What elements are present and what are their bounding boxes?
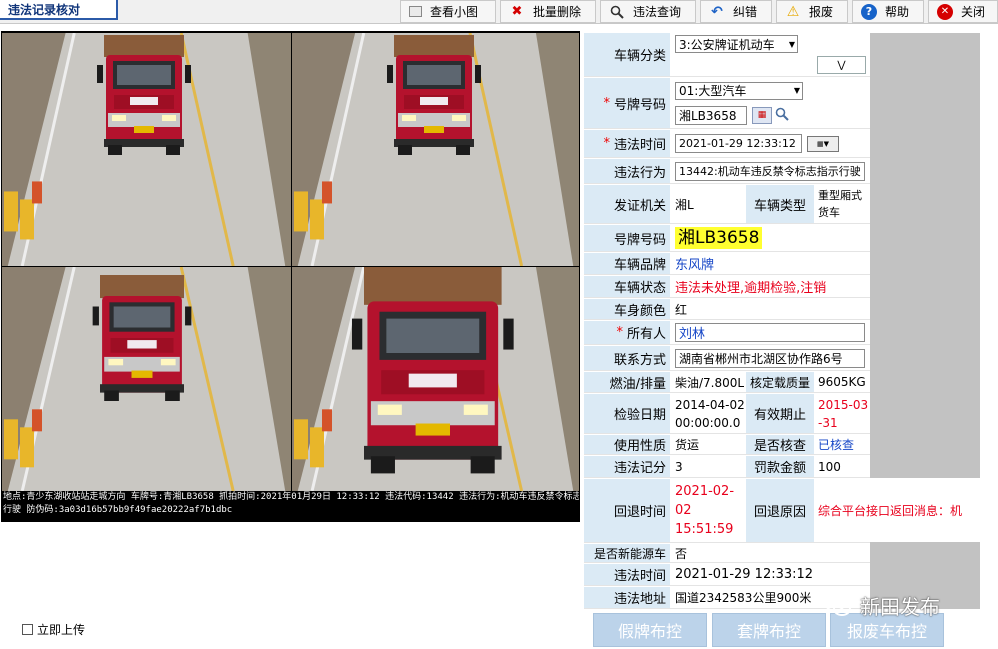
picture-icon: [409, 6, 422, 17]
issuing-authority-value: 湘L: [671, 185, 746, 223]
required-mark: *: [603, 95, 610, 111]
violation-time-row: * 违法时间 2021-01-29 12:33:12 ▦▼: [584, 130, 870, 158]
fake-plate-control-button[interactable]: 假牌布控: [593, 613, 707, 647]
rated-mass-value: 9605KG: [814, 372, 870, 392]
double-chevron-down-icon: ⋁: [837, 59, 846, 71]
usage-value: 货运: [671, 435, 746, 454]
close-icon: ✕: [937, 3, 953, 20]
brand-value: 东风牌: [671, 253, 870, 274]
watermark: 新田发布: [824, 591, 940, 620]
color-row: 车身颜色 红: [584, 299, 870, 320]
warning-icon: ⚠: [786, 3, 800, 20]
delete-icon: ✖: [511, 4, 523, 19]
fuel-value: 柴油/7.800L: [671, 372, 746, 392]
new-energy-value: 否: [671, 544, 870, 562]
owner-row: * 所有人 刘林: [584, 321, 870, 345]
valid-until-value: 2015-03-31: [814, 394, 870, 433]
capture-photo-2[interactable]: [292, 33, 579, 266]
owner-input[interactable]: 刘林: [675, 323, 865, 342]
plate-number-value: 湘LB3658: [675, 227, 763, 249]
contact-input[interactable]: 湖南省郴州市北湖区协作路6号: [675, 348, 865, 368]
upload-now-checkbox[interactable]: 立即上传: [22, 621, 85, 638]
search-icon[interactable]: [775, 107, 789, 124]
brand-row: 车辆品牌 东风牌: [584, 253, 870, 275]
points-row: 违法记分 3 罚款金额 100: [584, 456, 870, 478]
image-caption: 地点:青少东湖收站站走城方向 车牌号:青湘LB3658 抓拍时间:2021年01…: [3, 492, 579, 515]
fuel-row: 燃油/排量 柴油/7.800L 核定载质量 9605KG: [584, 372, 870, 393]
fine-value: 100: [814, 456, 870, 477]
undo-icon: ↶: [711, 3, 723, 20]
view-thumbnail-button[interactable]: 查看小图: [400, 0, 496, 23]
status-row: 车辆状态 违法未处理,逾期检验,注销: [584, 276, 870, 298]
required-mark: *: [603, 136, 610, 151]
violation-time-value: 2021-01-29 12:33:12: [671, 564, 870, 585]
help-icon: ?: [861, 3, 877, 20]
expand-button[interactable]: ⋁: [817, 56, 866, 74]
plate-number-input[interactable]: 湘LB3658: [675, 105, 747, 125]
plate-type-row: * 号牌号码 01:大型汽车 ▼ 湘LB3658 ▦: [584, 78, 870, 129]
capture-photo-3[interactable]: [2, 267, 291, 491]
correct-button[interactable]: ↶ 纠错: [700, 0, 772, 23]
violation-query-button[interactable]: 违法查询: [600, 0, 696, 23]
vehicle-type-value: 重型厢式货车: [814, 185, 870, 223]
violation-time-display-row: 违法时间 2021-01-29 12:33:12: [584, 564, 870, 586]
capture-photo-1[interactable]: [2, 33, 291, 266]
verified-value: 已核查: [814, 435, 870, 454]
return-time-value: 2021-02-02 15:51:59: [671, 479, 746, 542]
plate-picker-icon[interactable]: ▦: [752, 106, 772, 124]
scrap-button[interactable]: ⚠ 报废: [776, 0, 848, 23]
chevron-down-icon: ▼: [788, 39, 795, 49]
authority-row: 发证机关 湘L 车辆类型 重型厢式货车: [584, 185, 870, 224]
chevron-down-icon: ▼: [793, 86, 800, 95]
search-icon: [609, 4, 625, 20]
required-mark: *: [616, 325, 623, 340]
toolbar: 违法记录核对 查看小图 ✖ 批量删除 违法查询 ↶ 纠错 ⚠ 报废 ? 帮助 ✕…: [0, 0, 998, 24]
contact-row: 联系方式 湖南省郴州市北湖区协作路6号: [584, 346, 870, 371]
vehicle-category-select[interactable]: 3:公安牌证机动车 ▼: [675, 35, 798, 53]
violation-time-input[interactable]: 2021-01-29 12:33:12: [675, 134, 802, 153]
plate-type-label: 号牌号码: [613, 97, 666, 113]
vehicle-category-row: 车辆分类 3:公安牌证机动车 ▼ ⋁: [584, 33, 870, 77]
calendar-icon[interactable]: ▦▼: [807, 135, 839, 152]
help-button[interactable]: ? 帮助: [852, 0, 924, 23]
usage-row: 使用性质 货运 是否核查 已核查: [584, 435, 870, 455]
points-value: 3: [671, 456, 746, 477]
batch-delete-button[interactable]: ✖ 批量删除: [500, 0, 596, 23]
vehicle-category-label: 车辆分类: [584, 33, 671, 76]
violation-act-row: 违法行为 13442:机动车违反禁令标志指示行驶: [584, 159, 870, 184]
violation-act-input[interactable]: 13442:机动车违反禁令标志指示行驶: [675, 161, 865, 181]
inspection-date-value: 2014-04-02 00:00:00.0: [671, 394, 746, 433]
inspection-row: 检验日期 2014-04-02 00:00:00.0 有效期止 2015-03-…: [584, 394, 870, 434]
wechat-icon: [825, 595, 851, 616]
plate-number-row: 号牌号码 湘LB3658: [584, 225, 870, 252]
checkbox-icon: [22, 624, 33, 635]
cloned-plate-control-button[interactable]: 套牌布控: [712, 613, 826, 647]
capture-photo-closeup[interactable]: [292, 267, 579, 491]
new-energy-row: 是否新能源车 否: [584, 544, 870, 563]
plate-type-select[interactable]: 01:大型汽车 ▼: [675, 81, 803, 100]
violation-image-panel[interactable]: 地点:青少东湖收站站走城方向 车牌号:青湘LB3658 抓拍时间:2021年01…: [1, 31, 580, 522]
close-button[interactable]: ✕ 关闭: [928, 0, 998, 23]
color-value: 红: [671, 299, 870, 319]
status-value: 违法未处理,逾期检验,注销: [671, 276, 870, 297]
return-reason-value: 综合平台接口返回消息：机: [814, 478, 980, 542]
tab-title[interactable]: 违法记录核对: [0, 0, 118, 20]
